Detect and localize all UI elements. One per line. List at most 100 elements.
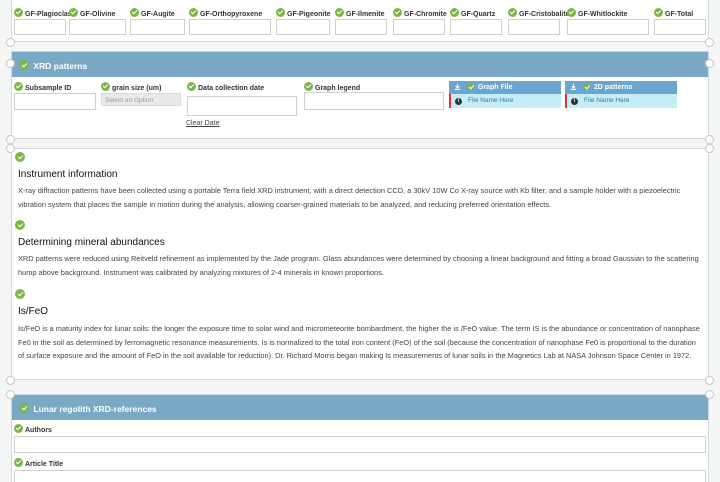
gf-input-augite[interactable]	[130, 19, 185, 35]
isfeo-text: Is/FeO is a maturity index for lunar soi…	[18, 324, 700, 360]
check-icon	[130, 8, 139, 17]
check-icon	[582, 83, 590, 90]
gf-field-chromite: GF-Chromite	[393, 8, 447, 35]
info-icon: i	[571, 98, 578, 105]
graph-file-header: Graph File	[449, 81, 561, 94]
abundance-text: XRD patterns were reduced using Reitveld…	[18, 254, 699, 277]
gf-label: GF-Cristobalite	[519, 11, 570, 18]
gf-input-chromite[interactable]	[393, 19, 445, 35]
check-icon	[450, 8, 459, 17]
authors-label: Authors	[25, 427, 52, 434]
subsample-field: Subsample ID	[14, 82, 96, 110]
panel-handle-circle	[705, 135, 714, 144]
gf-input-cristobalite[interactable]	[508, 19, 560, 35]
instrument-text: X-ray diffraction patterns have been col…	[18, 186, 681, 209]
panel-handle-circle	[705, 59, 714, 68]
check-icon	[14, 458, 23, 467]
subsample-label: Subsample ID	[25, 85, 72, 92]
gf-input-pigeonite[interactable]	[276, 19, 330, 35]
panel-handle-circle	[6, 59, 15, 68]
gf-input-ilmenite[interactable]	[335, 19, 387, 35]
gf-field-whitlockite: GF-Whitlockite	[567, 8, 649, 35]
graph-legend-label: Graph legend	[315, 85, 361, 92]
gf-input-whitlockite[interactable]	[567, 19, 649, 35]
references-panel-header: Lunar regolith XRD-references	[12, 395, 708, 420]
gf-fields-panel: GF-Plagioclase GF-Olivine GF-Augite GF-O…	[11, 0, 709, 42]
gf-input-quartz[interactable]	[450, 19, 502, 35]
gf-label: GF-Quartz	[461, 11, 496, 18]
2d-patterns-file-name[interactable]: i File Name Here	[565, 94, 677, 108]
check-icon	[567, 8, 576, 17]
grain-size-field: grain size (um) Select an Option	[101, 82, 181, 106]
check-icon	[15, 220, 25, 230]
graph-legend-input[interactable]	[304, 92, 444, 110]
gf-input-orthopyroxene[interactable]	[189, 19, 271, 35]
gf-label: GF-Plagioclase	[25, 11, 76, 18]
xrd-panel-title: XRD patterns	[33, 61, 88, 71]
panel-handle-circle	[6, 390, 15, 399]
upload-icon	[454, 83, 461, 90]
check-icon	[14, 8, 23, 17]
check-icon	[19, 403, 29, 413]
instrument-title: Instrument information	[18, 169, 118, 180]
check-icon	[15, 289, 25, 299]
xrd-patterns-panel: XRD patterns Subsample ID grain size (um…	[11, 51, 709, 139]
graph-file-name[interactable]: i File Name Here	[449, 94, 561, 108]
xrd-panel-header: XRD patterns	[12, 52, 708, 77]
clear-date-link[interactable]: Clear Date	[186, 120, 219, 127]
2d-patterns-upload[interactable]: 2D patterns i File Name Here	[565, 81, 677, 109]
gf-field-plagioclase: GF-Plagioclase	[14, 8, 76, 35]
gf-label: GF-Augite	[141, 11, 175, 18]
panel-handle-circle	[705, 390, 714, 399]
panel-handle-circle	[705, 38, 714, 47]
gf-field-quartz: GF-Quartz	[450, 8, 502, 35]
2d-patterns-placeholder: File Name Here	[584, 97, 630, 104]
article-title-input[interactable]	[14, 470, 706, 482]
graph-file-upload[interactable]: Graph File i File Name Here	[449, 81, 561, 109]
gf-input-olivine[interactable]	[69, 19, 126, 35]
graph-file-placeholder: File Name Here	[468, 97, 514, 104]
check-icon	[15, 152, 25, 162]
gf-label: GF-Total	[665, 11, 694, 18]
gf-label: GF-Olivine	[80, 11, 116, 18]
check-icon	[654, 8, 663, 17]
article-title-label: Article Title	[25, 461, 63, 468]
check-icon	[276, 8, 285, 17]
references-panel: Lunar regolith XRD-references Authors Ar…	[11, 394, 709, 482]
check-icon	[101, 82, 110, 91]
gf-field-cristobalite: GF-Cristobalite	[508, 8, 570, 35]
upload-icon	[570, 83, 577, 90]
gf-label: GF-Pigeonite	[287, 11, 331, 18]
gf-input-total[interactable]	[654, 19, 706, 35]
check-icon	[19, 60, 29, 70]
panel-handle-circle	[6, 376, 15, 385]
references-panel-title: Lunar regolith XRD-references	[33, 404, 157, 414]
check-icon	[466, 83, 474, 90]
abundance-title: Determining mineral abundances	[18, 237, 165, 248]
gf-label: GF-Orthopyroxene	[200, 11, 263, 18]
date-label: Data collection date	[198, 85, 265, 92]
graph-legend-field: Graph legend	[304, 82, 444, 110]
date-field: Data collection date Clear Date	[186, 82, 297, 127]
check-icon	[304, 82, 313, 91]
check-icon	[393, 8, 402, 17]
panel-handle-circle	[705, 144, 714, 153]
gf-field-orthopyroxene: GF-Orthopyroxene	[189, 8, 271, 35]
gf-field-olivine: GF-Olivine	[69, 8, 126, 35]
date-input[interactable]	[187, 96, 297, 116]
check-icon	[69, 8, 78, 17]
gf-field-total: GF-Total	[654, 8, 706, 35]
gf-field-augite: GF-Augite	[130, 8, 185, 35]
article-title-field: Article Title	[14, 458, 706, 482]
graph-file-title: Graph File	[477, 84, 513, 91]
grain-size-label: grain size (um)	[112, 85, 162, 92]
check-icon	[508, 8, 517, 17]
check-icon	[189, 8, 198, 17]
gf-field-ilmenite: GF-Ilmenite	[335, 8, 387, 35]
authors-input[interactable]	[14, 436, 706, 453]
subsample-input[interactable]	[14, 93, 96, 110]
grain-size-select[interactable]: Select an Option	[101, 93, 181, 106]
gf-input-plagioclase[interactable]	[14, 19, 66, 35]
2d-patterns-title: 2D patterns	[593, 84, 633, 91]
gf-label: GF-Whitlockite	[578, 11, 628, 18]
